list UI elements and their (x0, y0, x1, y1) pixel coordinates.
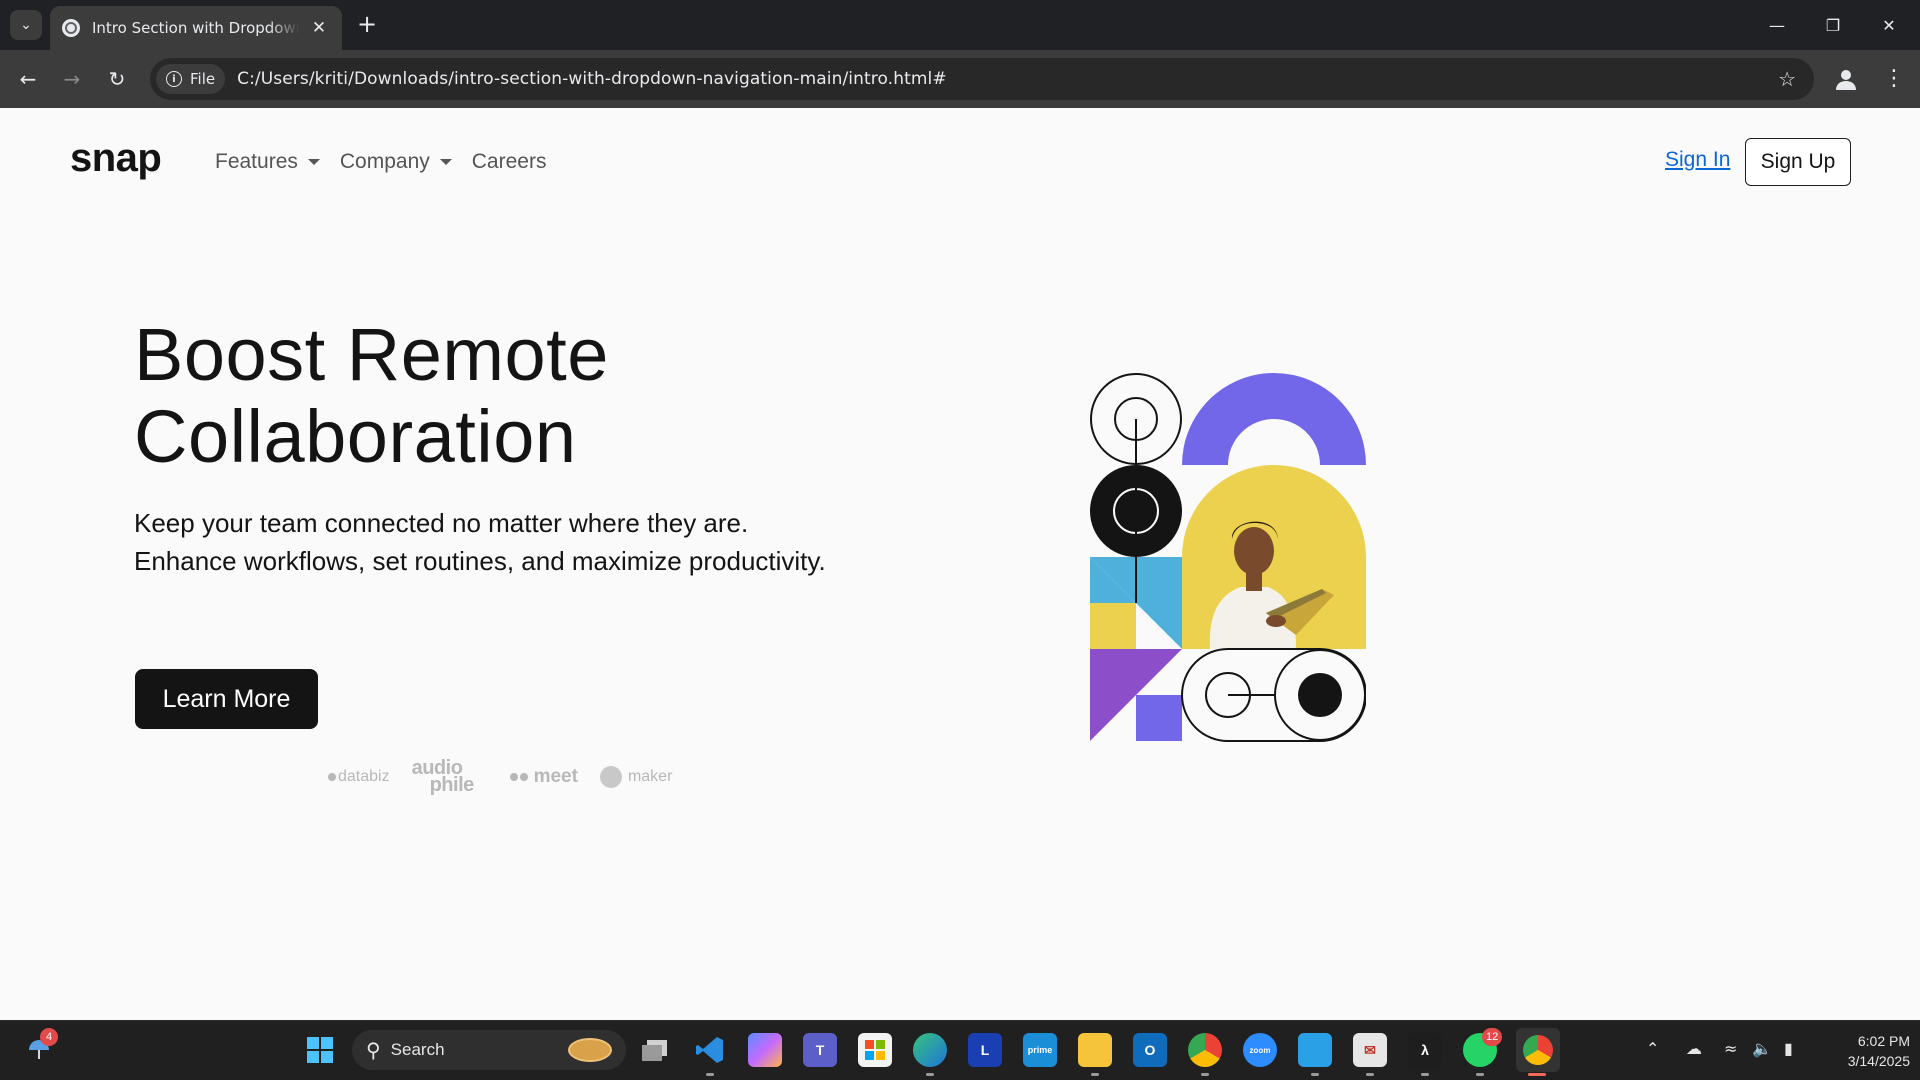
client-logo-meet: meet (509, 766, 578, 788)
site-info-chip[interactable]: i File (156, 64, 226, 94)
bookmark-star-icon[interactable]: ☆ (1778, 67, 1796, 91)
url-text[interactable]: C:/Users/kriti/Downloads/intro-section-w… (237, 69, 947, 89)
main-navigation: Features Company Careers (215, 150, 566, 174)
meet-dots-icon (509, 773, 528, 781)
outlook-icon[interactable]: O (1133, 1033, 1167, 1067)
hero-illustration (1090, 373, 1366, 742)
running-indicator (1421, 1073, 1429, 1076)
windows-start-icon[interactable] (303, 1033, 337, 1067)
chevron-down-icon: ⌄ (20, 17, 32, 33)
chrome-active-icon[interactable] (1516, 1028, 1560, 1072)
file-explorer-icon[interactable] (1078, 1033, 1112, 1067)
prime-video-icon[interactable]: prime (1023, 1033, 1057, 1067)
running-indicator (1091, 1073, 1099, 1076)
sign-in-link[interactable]: Sign In (1665, 148, 1730, 172)
person-with-laptop-photo (1182, 465, 1366, 649)
forward-arrow-icon[interactable]: → (56, 63, 88, 95)
maker-label: maker (627, 768, 673, 785)
mail-icon[interactable]: ✉ (1353, 1033, 1387, 1067)
running-indicator (1476, 1073, 1484, 1076)
web-page: snap Features Company Careers Sign In Si… (0, 108, 1920, 1020)
info-icon: i (166, 71, 182, 87)
maker-mark-icon (599, 766, 622, 788)
clock-date: 3/14/2025 (1847, 1053, 1910, 1069)
nav-features-label: Features (215, 150, 298, 173)
caret-down-icon (439, 159, 452, 165)
chrome-icon[interactable] (1188, 1033, 1222, 1067)
site-info-label: File (190, 70, 216, 88)
hero-title-line1: Boost Remote (134, 313, 609, 396)
task-view-icon[interactable] (638, 1033, 672, 1067)
l-app-icon[interactable]: L (968, 1033, 1002, 1067)
sign-up-button[interactable]: Sign Up (1745, 138, 1851, 186)
client-logo-databiz: databiz (328, 768, 390, 786)
vscode-icon[interactable] (693, 1033, 727, 1067)
edge-browser-icon[interactable] (913, 1033, 947, 1067)
search-placeholder: Search (390, 1040, 445, 1059)
nav-company-label: Company (339, 150, 430, 173)
close-window-icon[interactable]: ✕ (1866, 8, 1912, 42)
teams-icon[interactable]: T (803, 1033, 837, 1067)
active-indicator (1528, 1073, 1546, 1076)
copilot-icon[interactable] (748, 1033, 782, 1067)
search-icon: ⚲ (366, 1039, 381, 1062)
clock-time: 6:02 PM (1857, 1033, 1910, 1049)
back-arrow-icon[interactable]: ← (12, 63, 44, 95)
running-indicator (926, 1073, 934, 1076)
browser-tab-active[interactable]: Intro Section with Dropdown Navigation ✕ (50, 6, 342, 50)
browser-titlebar: ⌄ Intro Section with Dropdown Navigation… (0, 0, 1920, 50)
hero-title-line2: Collaboration (134, 395, 577, 478)
close-tab-icon[interactable]: ✕ (308, 18, 330, 38)
globe-icon (62, 19, 80, 37)
windows-taskbar: 4 ⚲ Search T L prime O zoom ✉ λ 12 ⌃ ☁ ≈… (0, 1020, 1920, 1080)
tab-search-button[interactable]: ⌄ (10, 10, 42, 40)
site-logo[interactable]: snap (70, 136, 162, 181)
toggle-pill-shape (1181, 648, 1366, 742)
cloud-off-icon[interactable]: ☁ (1686, 1039, 1702, 1058)
system-clock[interactable]: 6:02 PM 3/14/2025 (1810, 1031, 1910, 1071)
microsoft-store-icon[interactable] (858, 1033, 892, 1067)
audiophile-line2: phile (429, 774, 475, 796)
databiz-label: databiz (338, 768, 390, 785)
meet-label: meet (533, 766, 578, 787)
nav-item-company[interactable]: Company (340, 150, 452, 174)
acrobat-icon[interactable]: λ (1408, 1033, 1442, 1067)
battery-icon[interactable]: ▮ (1784, 1039, 1793, 1058)
weather-badge: 4 (40, 1028, 58, 1046)
nav-item-features[interactable]: Features (215, 150, 320, 174)
running-indicator (1366, 1073, 1374, 1076)
profile-avatar-icon[interactable] (1832, 65, 1860, 93)
hero-title: Boost Remote Collaboration (134, 314, 854, 478)
nav-item-careers[interactable]: Careers (472, 150, 547, 174)
chevron-up-icon[interactable]: ⌃ (1646, 1039, 1659, 1058)
purple-square-shape (1136, 695, 1182, 741)
running-indicator (706, 1073, 714, 1076)
whatsapp-badge: 12 (1482, 1028, 1503, 1046)
tab-title: Intro Section with Dropdown Navigation (92, 19, 300, 37)
browser-toolbar: ← → ↻ i File C:/Users/kriti/Downloads/in… (0, 50, 1920, 108)
volume-icon[interactable]: 🔈 (1752, 1039, 1772, 1058)
address-bar[interactable]: i File C:/Users/kriti/Downloads/intro-se… (150, 58, 1814, 100)
photos-icon[interactable] (1298, 1033, 1332, 1067)
restore-icon[interactable]: ❐ (1810, 8, 1856, 42)
yellow-square-shape (1090, 603, 1136, 649)
minimize-icon[interactable]: — (1754, 8, 1800, 42)
nav-careers-label: Careers (471, 150, 547, 173)
client-logo-audiophile: audio phile (412, 758, 488, 796)
running-indicator (1201, 1073, 1209, 1076)
purple-arch-shape (1182, 373, 1366, 465)
wifi-icon[interactable]: ≈ (1724, 1039, 1737, 1058)
new-tab-button[interactable]: + (354, 12, 380, 38)
client-logo-maker: maker (599, 766, 673, 788)
caret-down-icon (307, 159, 320, 165)
more-menu-icon[interactable]: ⋮ (1882, 65, 1906, 93)
running-indicator (1311, 1073, 1319, 1076)
taskbar-search-box[interactable]: ⚲ Search (352, 1030, 626, 1070)
hero-description: Keep your team connected no matter where… (134, 508, 826, 576)
pie-widget-icon (568, 1038, 612, 1062)
reload-icon[interactable]: ↻ (101, 63, 133, 95)
learn-more-button[interactable]: Learn More (135, 669, 318, 729)
zoom-icon[interactable]: zoom (1243, 1033, 1277, 1067)
client-logos: databiz audio phile meet maker (328, 758, 694, 796)
